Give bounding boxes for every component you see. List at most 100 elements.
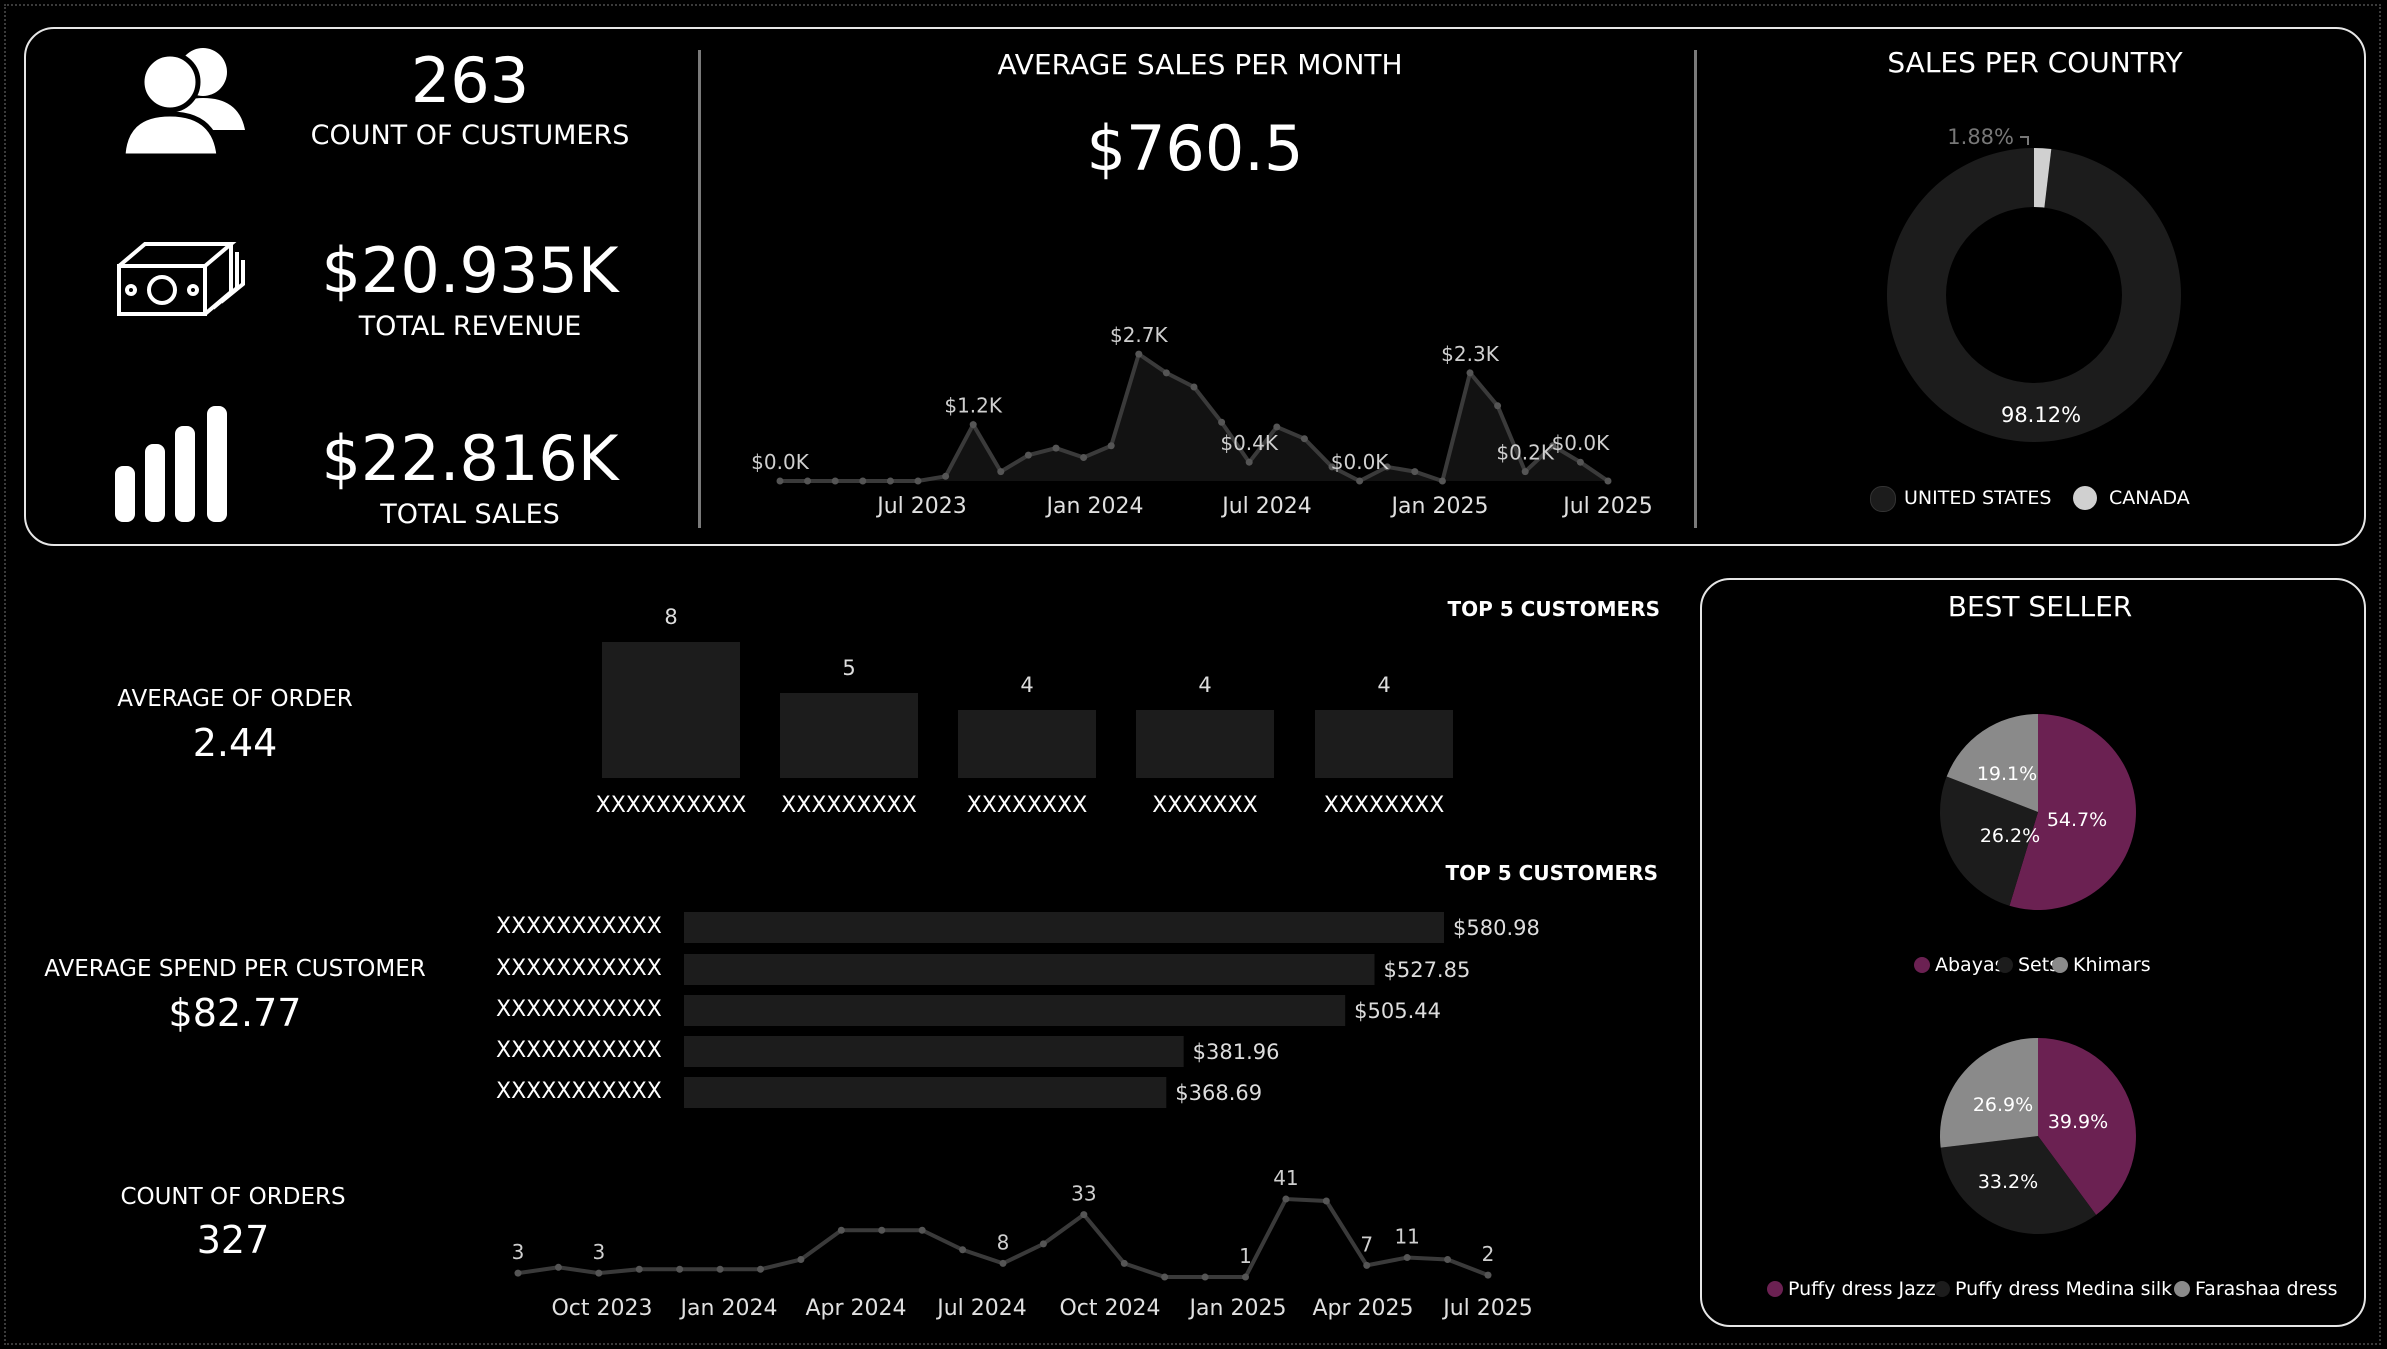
pie-slice-farashaa-dress xyxy=(1940,1038,2038,1148)
legend-dot-united-states xyxy=(1870,486,1896,512)
count-orders-label: COUNT OF ORDERS xyxy=(120,1184,346,1210)
top5-spend-value-label: $527.85 xyxy=(1383,958,1470,982)
count-orders-point xyxy=(878,1226,886,1234)
top5-spend-category-label: XXXXXXXXXXX xyxy=(496,1079,662,1104)
count-orders-point xyxy=(635,1265,643,1273)
customers-label: COUNT OF CUSTUMERS xyxy=(310,120,630,151)
avg-sales-point xyxy=(914,477,922,485)
count-orders-point xyxy=(1282,1195,1290,1203)
pie-value-label: 39.9% xyxy=(2048,1111,2108,1133)
avg-sales-point xyxy=(1052,444,1060,452)
country-label-canada: 1.88% xyxy=(1947,125,2014,149)
legend-dot-canada xyxy=(2073,486,2097,510)
top5-spend-bar xyxy=(684,1077,1167,1108)
money-stack-icon xyxy=(117,242,245,316)
avg-sales-point xyxy=(859,477,867,485)
top5-orders-value-label: 8 xyxy=(664,605,677,629)
top5-spend-category-label: XXXXXXXXXXX xyxy=(496,956,662,981)
best-seller-title: BEST SELLER xyxy=(1947,590,2133,623)
legend-canada: CANADA xyxy=(2109,487,2190,509)
count-orders-x-tick: Jul 2024 xyxy=(935,1296,1027,1320)
avg-sales-point xyxy=(1024,451,1032,459)
count-orders-point xyxy=(1322,1197,1330,1205)
avg-sales-data-label: $0.0K xyxy=(1331,450,1390,474)
users-icon xyxy=(120,48,245,158)
top5-orders-category-label: XXXXXXXXXX xyxy=(596,793,747,818)
count-orders-point xyxy=(837,1226,845,1234)
pie-legend-dot xyxy=(1767,1281,1783,1297)
count-orders-x-tick: Apr 2024 xyxy=(805,1296,906,1320)
count-orders-point xyxy=(1080,1211,1088,1219)
avg-sales-point xyxy=(1438,477,1446,485)
pie-legend-label: Khimars xyxy=(2073,954,2151,976)
best-seller-category-pie: 54.7%26.2%19.1%Abayas Sets Khimars xyxy=(1914,714,2151,976)
count-orders-point xyxy=(1201,1273,1209,1281)
avg-sales-point xyxy=(886,477,894,485)
pie-legend-dot xyxy=(1914,957,1930,973)
top5-orders-category-label: XXXXXXXX xyxy=(1324,793,1445,818)
avg-sales-point xyxy=(1466,369,1474,377)
avg-sales-data-label: $2.3K xyxy=(1441,342,1500,366)
avg-sales-point xyxy=(1218,418,1226,426)
top5-spend-category-label: XXXXXXXXXXX xyxy=(496,997,662,1022)
top5-orders-value-label: 4 xyxy=(1020,673,1033,697)
pie-legend-label: Farashaa dress xyxy=(2195,1278,2338,1300)
count-orders-point xyxy=(716,1265,724,1273)
avg-sales-line-chart: $0.0K$1.2K$2.7K$0.4K$0.0K$2.3K$0.2K$0.0K… xyxy=(751,323,1653,519)
count-orders-point xyxy=(676,1265,684,1273)
top5-spend-bar xyxy=(684,995,1346,1026)
country-leader-line xyxy=(2020,136,2029,145)
count-orders-point xyxy=(514,1269,522,1277)
pie-legend-dot xyxy=(1997,957,2013,973)
avg-sales-value: $760.5 xyxy=(1086,112,1304,185)
pie-legend-dot xyxy=(2174,1281,2190,1297)
count-orders-x-tick: Jan 2024 xyxy=(679,1296,778,1320)
avg-sales-point xyxy=(1080,454,1088,461)
avg-sales-point xyxy=(997,468,1005,476)
avg-sales-data-label: $0.0K xyxy=(1552,431,1611,455)
avg-sales-data-label: $0.2K xyxy=(1496,441,1555,465)
avg-sales-title: AVERAGE SALES PER MONTH xyxy=(997,48,1403,81)
top5-orders-value-label: 4 xyxy=(1198,673,1211,697)
top5-orders-bar-chart: 8 XXXXXXXXXX 5 XXXXXXXXX 4 XXXXXXXX 4 XXXXXXX 4 X… xyxy=(596,605,1453,818)
avg-sales-point xyxy=(1494,402,1502,410)
count-orders-x-tick: Oct 2023 xyxy=(551,1296,652,1320)
top5-orders-bar xyxy=(780,693,918,778)
top5-orders-value-label: 5 xyxy=(842,656,855,680)
avg-order-label: AVERAGE OF ORDER xyxy=(117,686,353,712)
top-divider-left xyxy=(698,50,701,528)
pie-legend-label: Puffy dress Jazz xyxy=(1788,1278,1936,1300)
avg-sales-data-label: $0.4K xyxy=(1220,431,1279,455)
avg-sales-point xyxy=(1356,477,1364,485)
count-orders-point xyxy=(797,1256,805,1263)
count-orders-data-label: 1 xyxy=(1239,1244,1252,1268)
count-orders-data-label: 2 xyxy=(1482,1242,1495,1266)
avg-sales-point xyxy=(1107,442,1115,450)
avg-sales-point xyxy=(1411,468,1419,476)
avg-sales-point xyxy=(1162,369,1170,377)
avg-spend-label: AVERAGE SPEND PER CUSTOMER xyxy=(44,956,426,982)
count-orders-data-label: 8 xyxy=(997,1230,1010,1254)
avg-sales-data-label: $2.7K xyxy=(1110,323,1169,347)
avg-order-value: 2.44 xyxy=(192,721,278,765)
total-sales-label: TOTAL SALES xyxy=(380,499,560,530)
legend-united-states: UNITED STATES xyxy=(1904,487,2052,509)
customers-count: 263 xyxy=(410,44,530,117)
count-orders-data-label: 11 xyxy=(1394,1225,1419,1249)
top5-orders-bar xyxy=(1136,710,1274,778)
bar-chart-icon xyxy=(115,406,227,522)
top5-orders-bar xyxy=(602,642,740,778)
avg-sales-point xyxy=(1300,435,1308,443)
avg-sales-point xyxy=(1190,383,1198,391)
top5-orders-category-label: XXXXXXX xyxy=(1152,793,1258,818)
pie-value-label: 54.7% xyxy=(2047,809,2107,831)
avg-sales-area xyxy=(780,354,1608,481)
avg-spend-value: $82.77 xyxy=(168,991,302,1035)
country-donut-hole xyxy=(1946,207,2122,383)
total-revenue-label: TOTAL REVENUE xyxy=(358,311,582,342)
top5-spend-value-label: $505.44 xyxy=(1354,999,1441,1023)
top5-spend-title: TOP 5 CUSTOMERS xyxy=(1445,861,1658,885)
top-divider-right xyxy=(1694,50,1697,528)
count-orders-point xyxy=(1242,1273,1249,1281)
pie-value-label: 33.2% xyxy=(1978,1171,2038,1193)
